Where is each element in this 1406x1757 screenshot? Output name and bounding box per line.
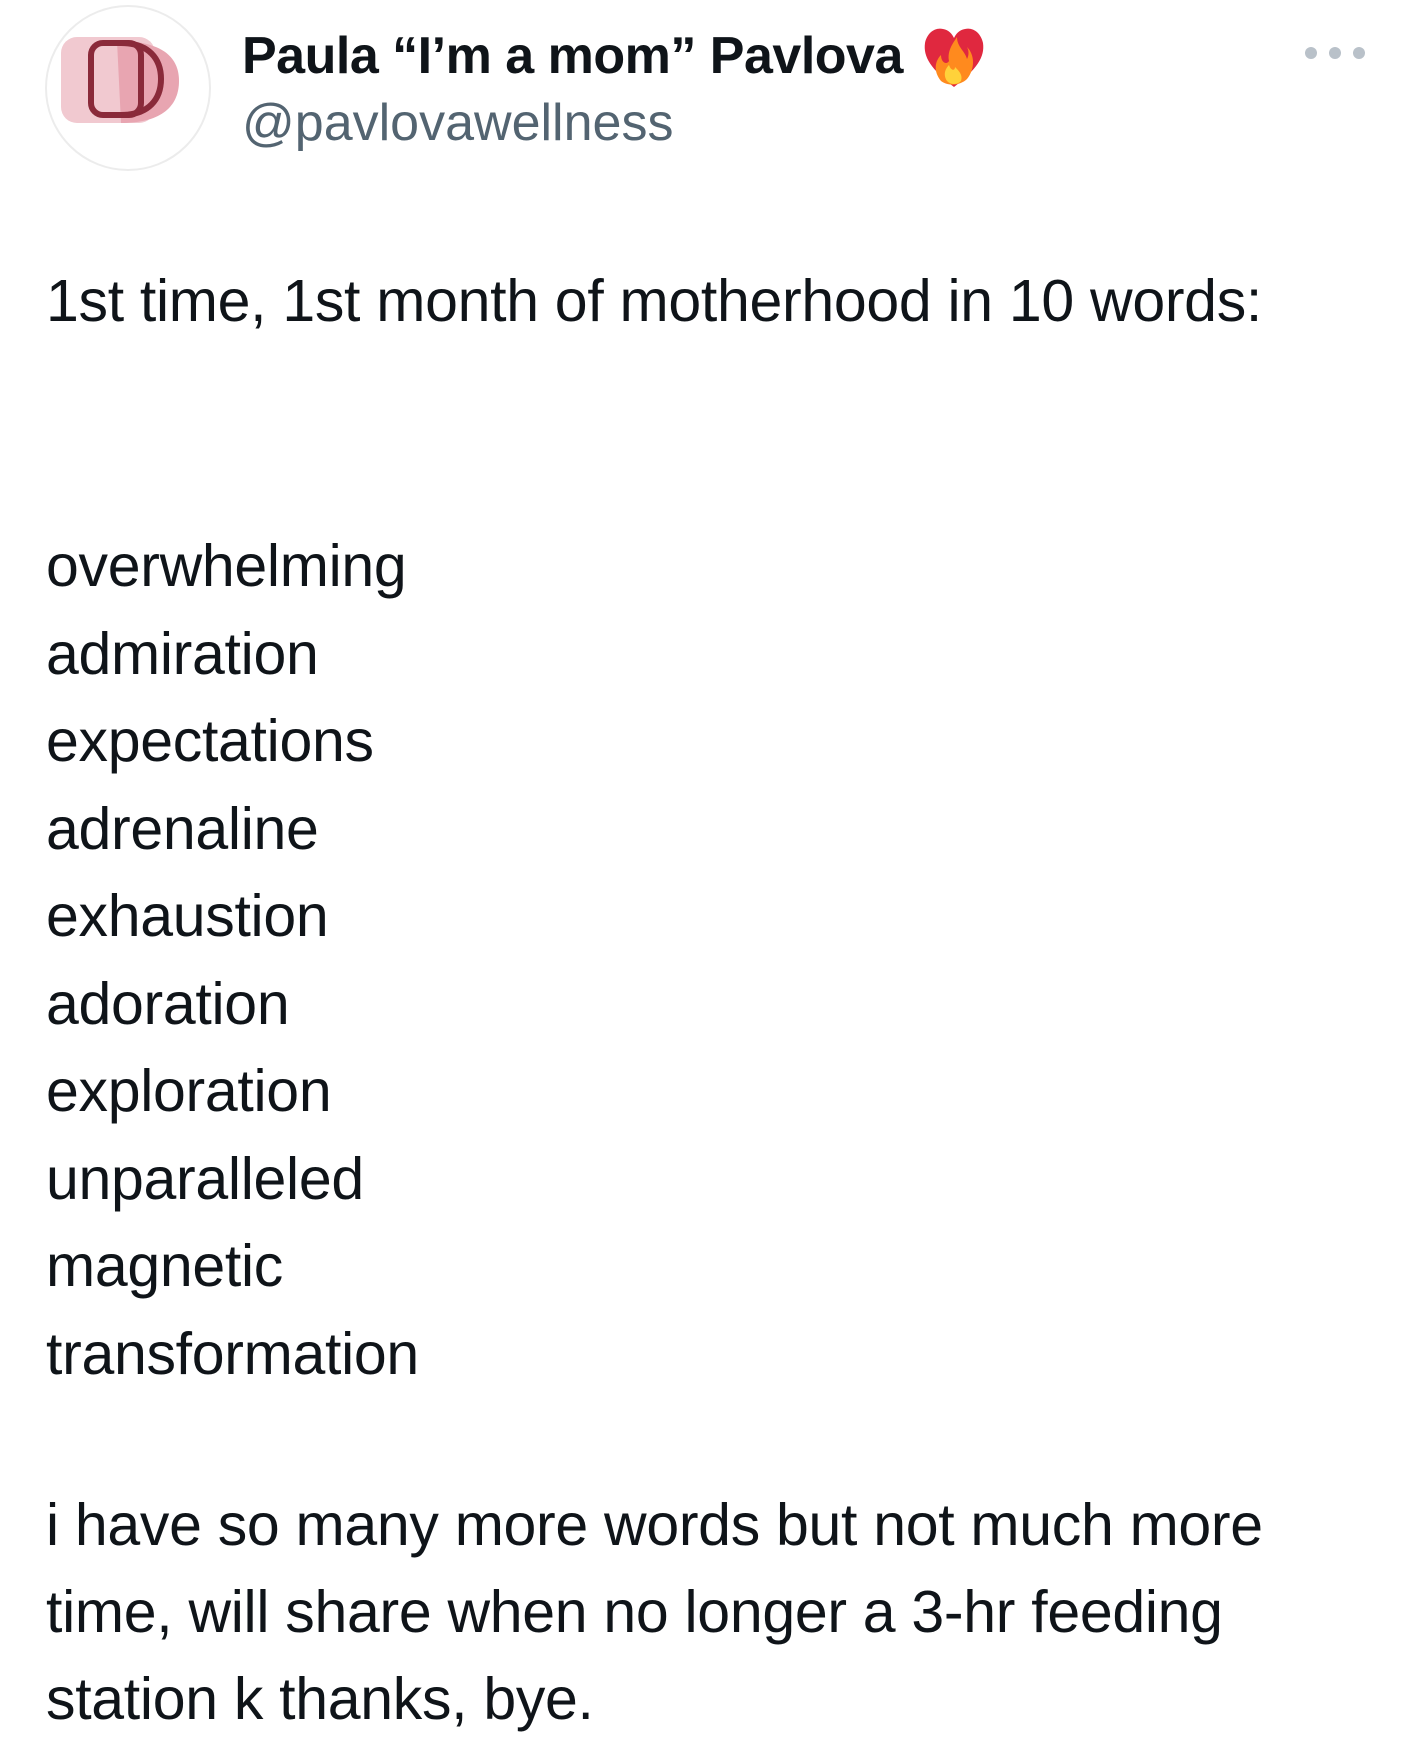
list-item: admiration — [46, 620, 319, 687]
handle[interactable]: @pavlovawellness — [242, 93, 673, 153]
list-item: transformation — [46, 1320, 419, 1387]
list-item: overwhelming — [46, 533, 407, 599]
tweet-closing: i have so many more words but not much m… — [46, 1482, 1366, 1743]
list-item: adoration — [46, 970, 290, 1037]
tweet-header: Paula “I’m a mom” Pavlova @pavlovawellne… — [45, 5, 1365, 175]
list-item: exploration — [46, 1058, 332, 1124]
display-name[interactable]: Paula “I’m a mom” Pavlova — [242, 26, 903, 86]
word-list: overwhelming admiration expectations adr… — [46, 523, 419, 1398]
name-row: Paula “I’m a mom” Pavlova — [242, 21, 987, 91]
list-item: unparalleled — [46, 1145, 364, 1212]
dot-icon — [1353, 47, 1365, 59]
list-item: expectations — [46, 708, 374, 774]
pavlova-wellness-logo-icon — [61, 37, 179, 123]
more-options-icon[interactable] — [1305, 43, 1365, 63]
tweet: Paula “I’m a mom” Pavlova @pavlovawellne… — [0, 0, 1406, 1757]
list-item: adrenaline — [46, 795, 319, 862]
dot-icon — [1305, 47, 1317, 59]
intro-text: 1st time, 1st month of motherhood in 10 … — [46, 268, 1262, 334]
closing-text: i have so many more words but not much m… — [46, 1492, 1279, 1732]
tweet-intro: 1st time, 1st month of motherhood in 10 … — [46, 258, 1366, 345]
list-item: magnetic — [46, 1233, 283, 1299]
dot-icon — [1329, 47, 1341, 59]
avatar[interactable] — [45, 5, 211, 171]
heart-on-fire-emoji-icon — [924, 28, 984, 87]
list-item: exhaustion — [46, 883, 329, 949]
